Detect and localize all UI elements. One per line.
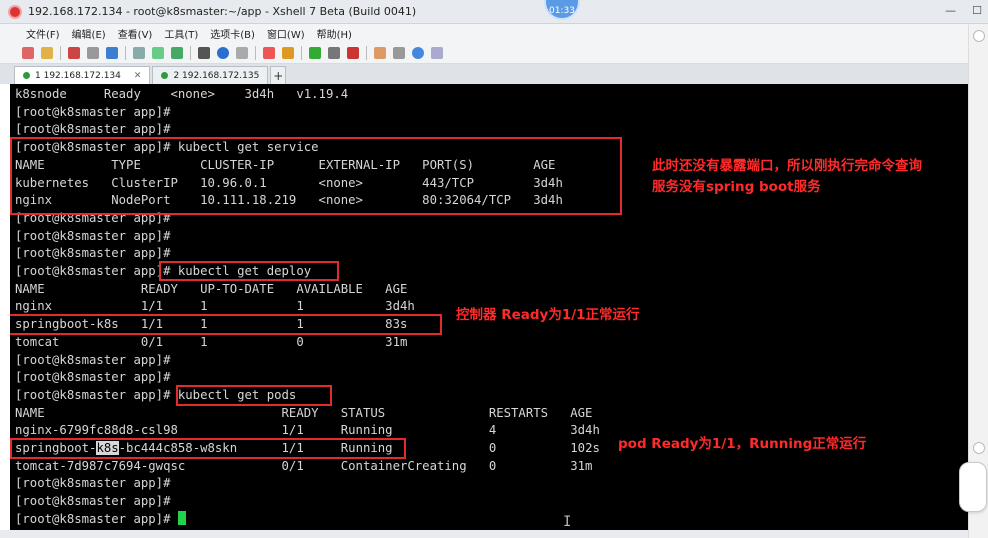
terminal-line: [root@k8smaster app]# [15,494,171,509]
tab-session-1[interactable]: 1 192.168.172.134 ✕ [14,66,151,84]
paste-icon[interactable] [152,46,164,59]
toolbar-divider [366,45,367,60]
menu-window[interactable]: 窗口(W) [267,26,305,41]
service-highlight-box [10,137,622,215]
terminal-line: [root@k8smaster app]# [15,370,171,385]
side-panel [959,24,988,538]
toolbar-divider [190,45,191,60]
tab-bar: 1 192.168.172.134 ✕ 2 192.168.172.135 + [0,64,968,84]
xftp-icon[interactable] [263,46,275,59]
prompt-text: [root@k8smaster app]# [15,511,178,526]
status-strip [0,530,968,538]
keyboard-icon[interactable] [328,46,340,59]
tab-session-2[interactable]: 2 192.168.172.135 [152,66,269,84]
connect-icon[interactable] [68,46,80,59]
terminal-prompt-line: [root@k8smaster app]# [15,510,186,529]
deploy-annotation: 控制器 Ready为1/1正常运行 [456,307,640,323]
menu-view[interactable]: 查看(V) [118,26,153,41]
pods-annotation: pod Ready为1/1，Running正常运行 [618,436,867,452]
compose-icon[interactable] [309,46,321,59]
menu-file[interactable]: 文件(F) [26,26,60,41]
pen-icon[interactable] [347,46,359,59]
terminal-line: NAME READY STATUS RESTARTS AGE [15,405,593,420]
toolbar-divider [301,45,302,60]
font-icon[interactable] [236,46,248,59]
close-icon[interactable]: ✕ [134,71,142,81]
cursor-block [177,510,186,525]
add-tab-button[interactable]: + [270,66,287,84]
reconnect-icon[interactable] [106,46,118,59]
chat-icon[interactable] [431,46,443,59]
springboot-deploy-box [10,314,442,335]
terminal-line: tomcat 0/1 1 0 31m [15,334,408,349]
terminal-line: [root@k8smaster app]# [15,246,171,261]
disconnect-icon[interactable] [87,46,99,59]
window-icon[interactable] [393,46,405,59]
lock-icon[interactable] [282,46,294,59]
maximize-icon[interactable]: ☐ [972,4,982,17]
pods-command-box [176,385,332,406]
toolbar-divider [60,45,61,60]
menu-tabs[interactable]: 选项卡(B) [210,26,255,41]
status-dot-icon [23,72,30,79]
service-annotation-line-1: 此时还没有暴露端口，所以刚执行完命令查询 [652,158,922,174]
status-dot-icon [161,72,169,79]
text-cursor-icon: I [563,514,572,530]
help-circle-icon[interactable] [973,442,985,454]
globe-icon[interactable] [217,46,229,59]
service-annotation-line-2: 服务没有spring boot服务 [652,179,821,195]
terminal-line: [root@k8smaster app]# [15,352,171,367]
springboot-pod-box [10,438,406,459]
terminal-line: NAME READY UP-TO-DATE AVAILABLE AGE [15,281,408,296]
clock-badge: 01:33 [544,0,580,20]
xshell-logo-icon [8,4,22,19]
terminal-line: tomcat-7d987c7694-gwqsc 0/1 ContainerCre… [15,458,593,473]
tab-label: 2 192.168.172.135 [173,70,260,81]
window-title: 192.168.172.134 - root@k8smaster:~/app -… [28,5,417,18]
menu-help[interactable]: 帮助(H) [317,26,352,41]
menu-tools[interactable]: 工具(T) [164,26,198,41]
menu-edit[interactable]: 编辑(E) [72,26,106,41]
copy-icon[interactable] [133,46,145,59]
panel-icon[interactable] [973,30,985,42]
terminal-pane[interactable]: k8snode Ready <none> 3d4h v1.19.4 [root@… [10,84,968,530]
terminal-line: k8snode Ready <none> 3d4h v1.19.4 [15,87,349,101]
menu-bar: 文件(F) 编辑(E) 查看(V) 工具(T) 选项卡(B) 窗口(W) 帮助(… [0,24,968,42]
title-bar: 192.168.172.134 - root@k8smaster:~/app -… [0,0,988,24]
find-icon[interactable] [171,46,183,59]
print-icon[interactable] [198,46,210,59]
minimize-icon[interactable]: — [945,4,956,17]
deploy-command-box [159,261,339,281]
tab-label: 1 192.168.172.134 [35,70,121,81]
terminal-line: [root@k8smaster app]# [15,104,171,119]
toolbar-divider [255,45,256,60]
open-folder-icon[interactable] [41,46,53,59]
toolbar [0,42,968,64]
layout-icon[interactable] [374,46,386,59]
floating-widget[interactable] [959,462,987,512]
terminal-line: [root@k8smaster app]# [15,228,171,243]
toolbar-divider [125,45,126,60]
new-session-icon[interactable] [22,46,34,59]
terminal-line: [root@k8smaster app]# [15,476,171,491]
help-icon[interactable] [412,46,424,59]
